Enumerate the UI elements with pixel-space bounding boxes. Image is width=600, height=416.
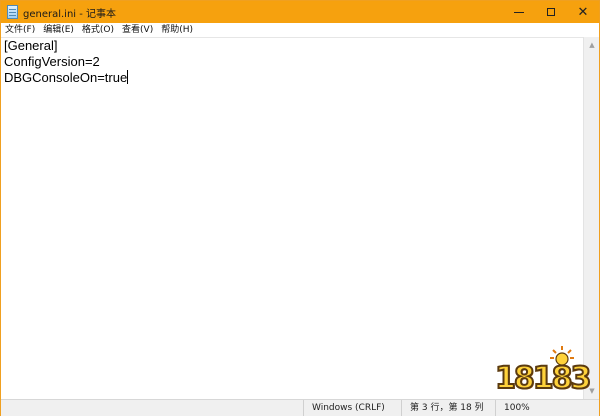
editor-line-with-caret: DBGConsoleOn=true (4, 70, 129, 86)
menu-bar: 文件(F) 编辑(E) 格式(O) 查看(V) 帮助(H) (1, 23, 599, 37)
menu-file[interactable]: 文件(F) (1, 23, 39, 37)
notepad-app-icon[interactable] (7, 5, 18, 19)
notepad-window: general.ini - 记事本 ✕ 文件(F) 编辑(E) 格式(O) 查看… (0, 0, 600, 416)
menu-help[interactable]: 帮助(H) (157, 23, 197, 37)
editor-line-text: DBGConsoleOn=true (4, 70, 128, 85)
editor-line: [General] (4, 38, 58, 53)
menu-view[interactable]: 查看(V) (118, 23, 157, 37)
maximize-icon (547, 8, 555, 16)
status-line-ending: Windows (CRLF) (303, 400, 404, 416)
menu-format[interactable]: 格式(O) (78, 23, 118, 37)
watermark-text: 18183 (494, 360, 592, 397)
maximize-button[interactable] (535, 1, 567, 23)
watermark-logo: 18183 (494, 345, 593, 405)
window-title: general.ini - 记事本 (23, 9, 117, 20)
minimize-button[interactable] (503, 1, 535, 23)
close-button[interactable]: ✕ (567, 1, 599, 23)
scroll-up-arrow-icon[interactable]: ▲ (584, 37, 600, 53)
text-caret (127, 70, 129, 84)
title-bar[interactable]: general.ini - 记事本 ✕ (1, 1, 599, 23)
status-cursor-position: 第 3 行，第 18 列 (401, 400, 496, 416)
editor-line: ConfigVersion=2 (4, 54, 100, 69)
close-icon: ✕ (577, 4, 589, 20)
minimize-icon (514, 11, 524, 13)
menu-edit[interactable]: 编辑(E) (39, 23, 78, 37)
